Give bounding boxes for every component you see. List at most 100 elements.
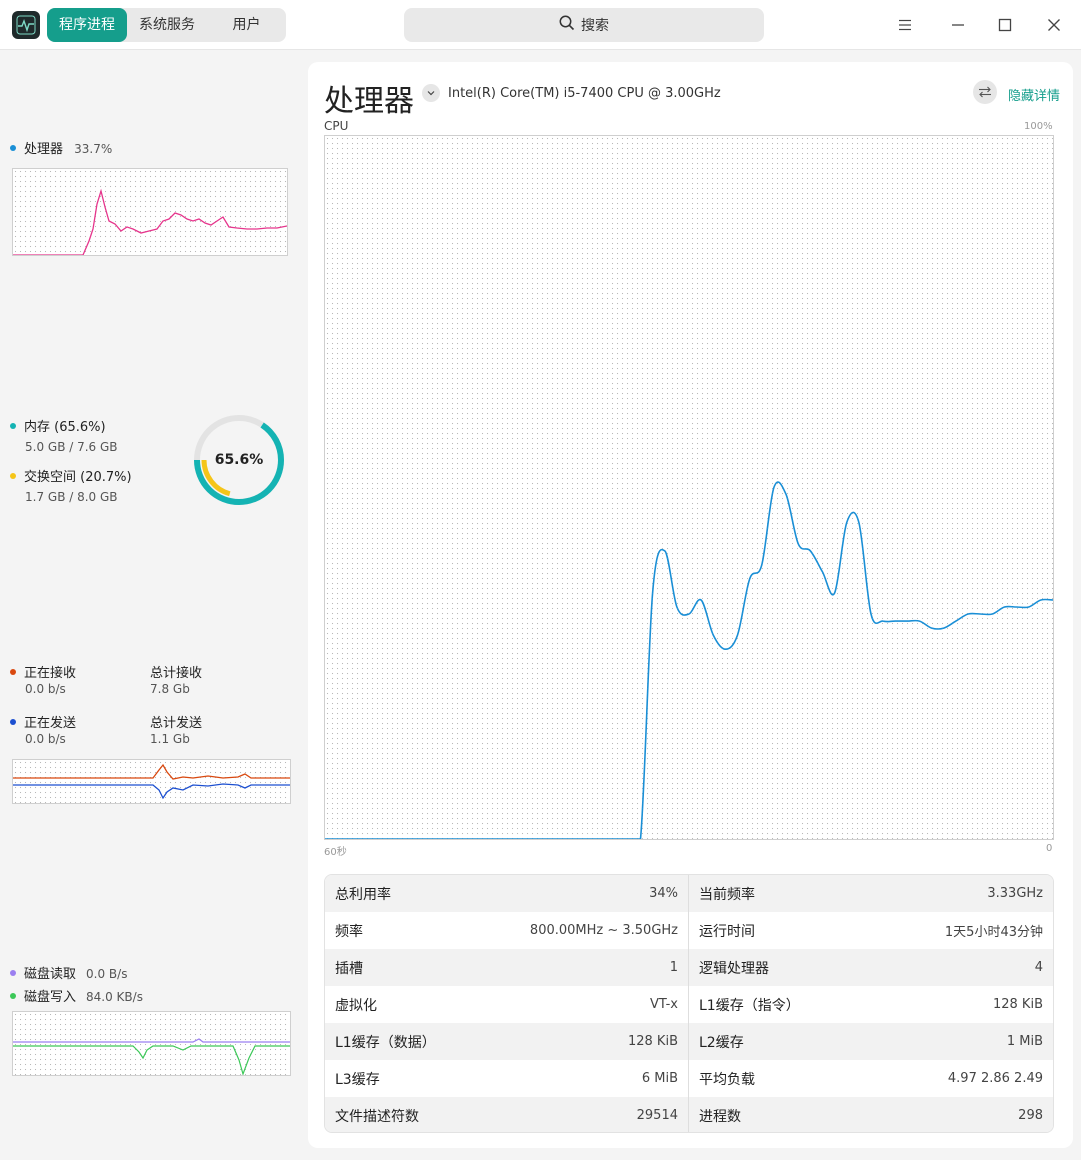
menu-button[interactable] [892,12,918,38]
info-cell: 当前频率 3.33GHz [689,875,1053,912]
disk-summary[interactable]: 磁盘读取 0.0 B/s 磁盘写入 84.0 KB/s [10,963,143,1005]
memory-gauge[interactable]: 65.6% [192,413,286,507]
disk-read-value: 0.0 B/s [86,967,128,981]
info-value: 800.00MHz ~ 3.50GHz [529,923,678,938]
maximize-icon [998,18,1012,32]
memory-label: 内存 (65.6%) [24,420,106,435]
info-cell: 虚拟化 VT-x [325,986,689,1023]
send-mini-line [13,783,290,800]
info-key: 插槽 [335,960,363,977]
info-value: 128 KiB [992,997,1043,1012]
system-monitor-window: 程序进程 系统服务 用户 搜索 处理器 33.7% 内存 (65.6%) 5.0… [0,0,1081,1160]
cpu-value: 33.7% [74,142,113,156]
chevron-down-icon [427,91,435,96]
info-value: 128 KiB [627,1034,678,1049]
tab-processes[interactable]: 程序进程 [47,8,127,42]
cpu-summary[interactable]: 处理器 33.7% [10,138,112,157]
info-value: 29514 [636,1108,678,1123]
disk-write-value: 84.0 KB/s [86,990,143,1004]
info-cell: 进程数 298 [689,1097,1053,1132]
chart-y-label: CPU [324,119,349,133]
info-row: 插槽 1 逻辑处理器 4 [325,949,1053,986]
menu-icon [899,19,911,31]
search-icon [559,15,575,35]
disk-write-label: 磁盘写入 [24,990,77,1005]
tab-services[interactable]: 系统服务 [127,8,207,42]
info-cell: L3缓存 6 MiB [325,1060,689,1097]
disk-write-legend-dot [10,992,16,999]
disk-read-label: 磁盘读取 [24,967,77,982]
total-recv-value: 7.8 Gb [150,682,190,696]
total-recv-label: 总计接收 [150,666,203,681]
memory-summary[interactable]: 内存 (65.6%) 5.0 GB / 7.6 GB 交换空间 (20.7%) … [10,416,132,504]
info-row: L3缓存 6 MiB 平均负载 4.97 2.86 2.49 [325,1060,1053,1097]
search-box[interactable]: 搜索 [404,8,764,42]
close-button[interactable] [1041,12,1067,38]
info-key: L1缓存（指令） [699,997,800,1014]
info-cell: L2缓存 1 MiB [689,1023,1053,1060]
switch-view-button[interactable] [973,80,997,104]
info-key: 平均负载 [699,1071,755,1088]
cpu-usage-line [325,481,1053,839]
app-icon [12,11,40,39]
recv-legend-dot [10,668,16,675]
total-send-label: 总计发送 [150,716,203,731]
info-key: 逻辑处理器 [699,960,769,977]
info-cell: 总利用率 34% [325,875,689,912]
info-key: 文件描述符数 [335,1108,419,1125]
info-value: 1 [669,960,678,975]
info-row: 文件描述符数 29514 进程数 298 [325,1097,1053,1132]
cpu-detail-panel: 处理器 Intel(R) Core(TM) i5-7400 CPU @ 3.00… [308,62,1073,1148]
title-bar: 程序进程 系统服务 用户 搜索 [0,0,1081,50]
info-value: 4 [1034,960,1043,975]
tab-users[interactable]: 用户 [207,8,286,42]
swap-legend-dot [10,472,16,479]
disk-read-legend-dot [10,969,16,976]
info-value: 1天5小时43分钟 [944,925,1043,940]
cpu-info-table: 总利用率 34% 当前频率 3.33GHz 频率 800.00MHz ~ 3.50GHz 运… [324,874,1054,1133]
info-value: 34% [649,886,678,901]
info-cell: L1缓存（指令） 128 KiB [689,986,1053,1023]
info-key: 当前频率 [699,886,755,903]
info-cell: 文件描述符数 29514 [325,1097,689,1132]
info-key: 频率 [335,923,363,940]
hide-details-link[interactable]: 隐藏详情 [1008,85,1060,104]
info-cell: 逻辑处理器 4 [689,949,1053,986]
cpu-select-button[interactable] [422,84,440,102]
send-value: 0.0 b/s [25,732,66,746]
info-row: 总利用率 34% 当前频率 3.33GHz [325,875,1053,912]
send-label: 正在发送 [24,716,77,731]
chart-x-end-label: 0 [1046,843,1053,854]
cpu-usage-chart[interactable] [324,135,1054,840]
network-mini-chart[interactable] [12,759,291,804]
disk-read-mini-line [13,1038,290,1043]
info-value: 1 MiB [1006,1034,1043,1049]
cpu-model: Intel(R) Core(TM) i5-7400 CPU @ 3.00GHz [448,86,721,101]
info-key: 进程数 [699,1108,741,1125]
info-cell: 平均负载 4.97 2.86 2.49 [689,1060,1053,1097]
cpu-label: 处理器 [24,142,64,157]
info-row: L1缓存（数据） 128 KiB L2缓存 1 MiB [325,1023,1053,1060]
minimize-button[interactable] [945,12,971,38]
maximize-button[interactable] [992,12,1018,38]
swap-value: 1.7 GB / 8.0 GB [25,490,118,504]
info-key: 虚拟化 [335,997,377,1014]
swap-label: 交换空间 (20.7%) [24,470,132,485]
send-legend-dot [10,718,16,725]
info-value: VT-x [649,997,678,1012]
chart-ymax-label: 100% [1024,121,1053,132]
info-cell: 插槽 1 [325,949,689,986]
info-key: L3缓存 [335,1071,380,1088]
disk-mini-chart[interactable] [12,1011,291,1076]
cpu-legend-dot [10,144,16,151]
search-label: 搜索 [581,18,609,34]
info-key: 总利用率 [335,886,391,903]
minimize-icon [952,24,964,26]
info-cell: 频率 800.00MHz ~ 3.50GHz [325,912,689,949]
cpu-mini-chart[interactable] [12,168,288,256]
resource-sidebar: 处理器 33.7% 内存 (65.6%) 5.0 GB / 7.6 GB 交换空… [0,51,306,1160]
disk-write-mini-line [13,1045,290,1075]
info-row: 虚拟化 VT-x L1缓存（指令） 128 KiB [325,986,1053,1023]
memory-legend-dot [10,422,16,429]
info-value: 4.97 2.86 2.49 [947,1071,1043,1086]
